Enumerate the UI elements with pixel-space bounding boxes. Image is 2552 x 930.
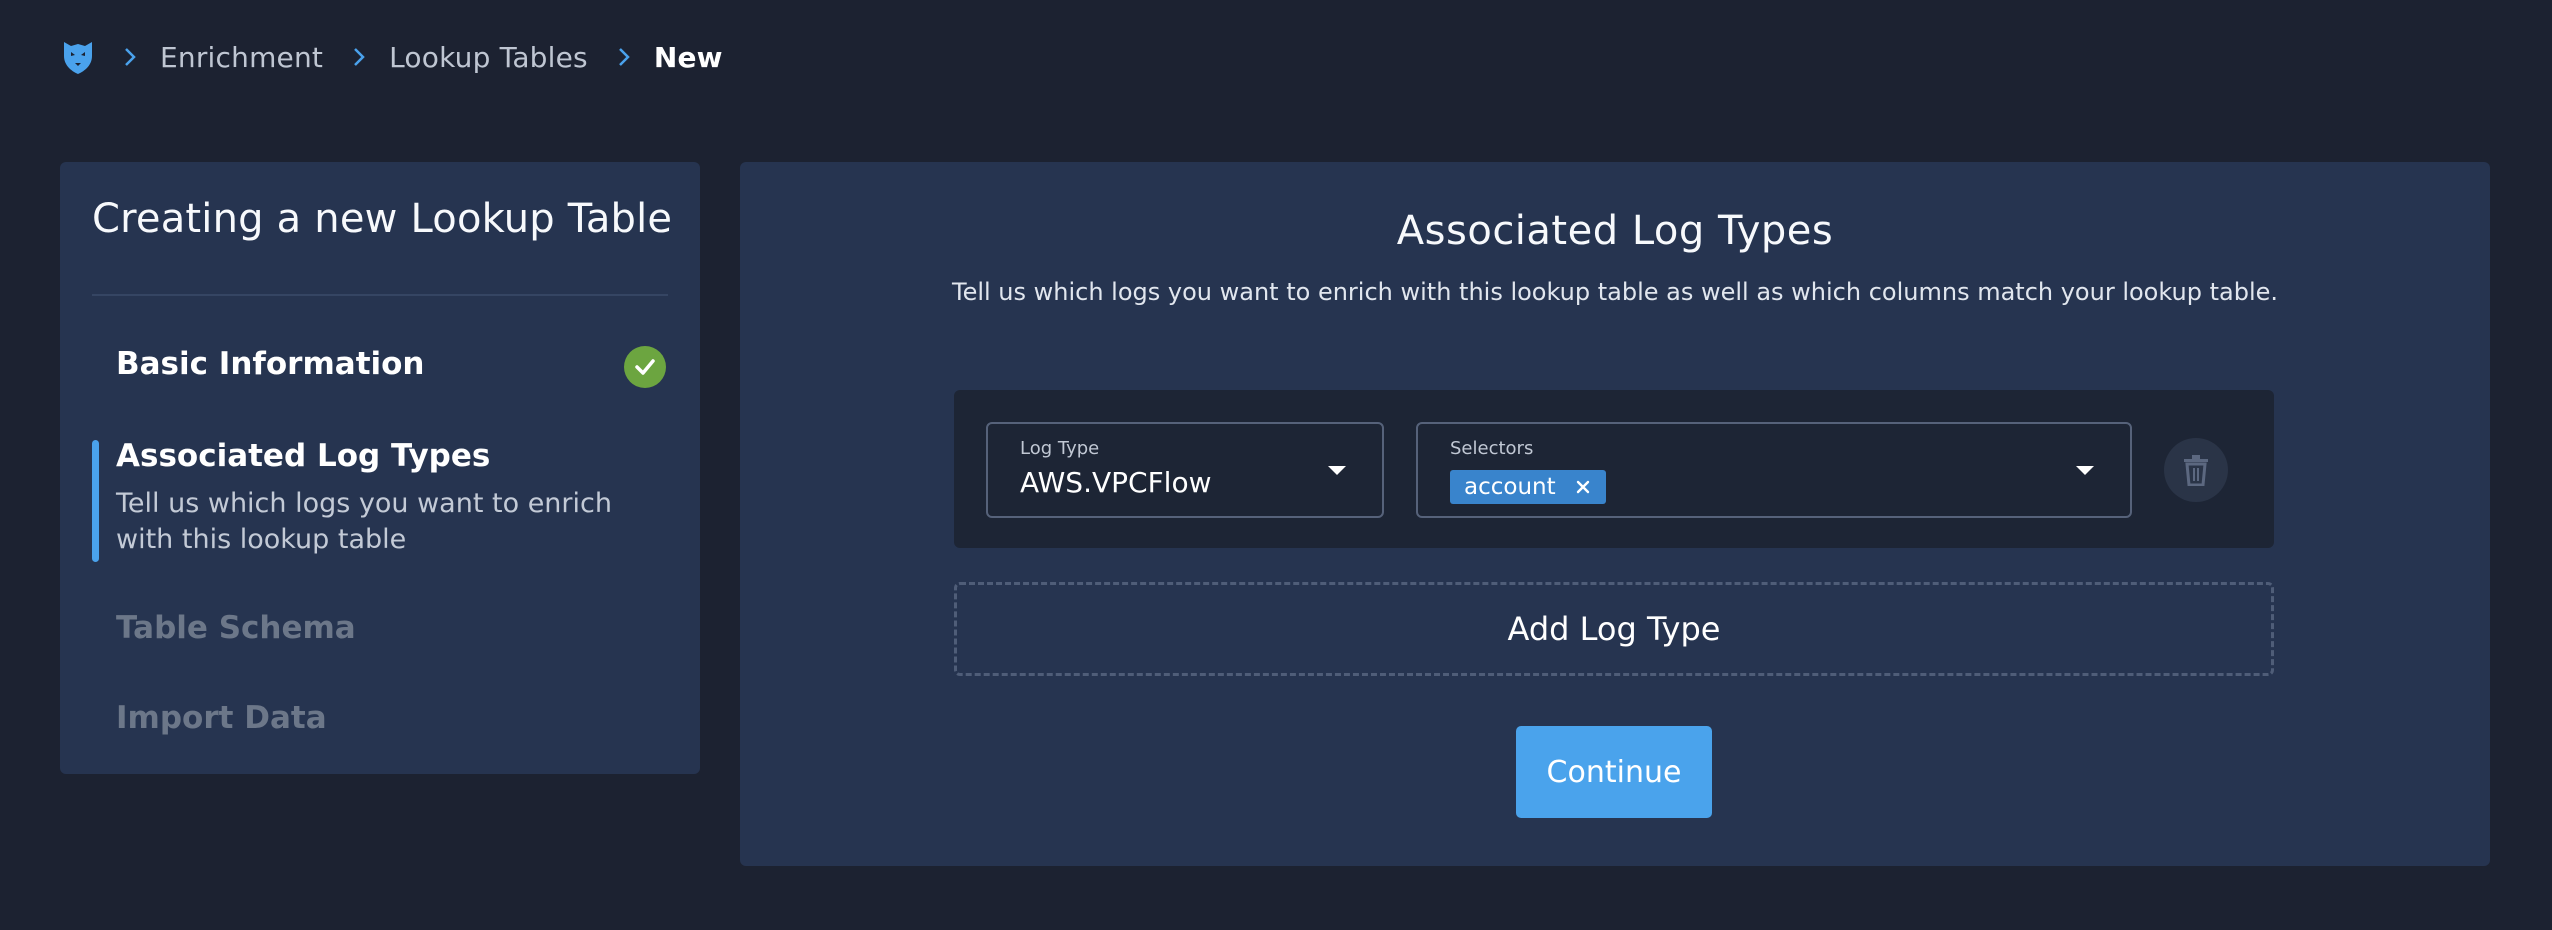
breadcrumb-enrichment[interactable]: Enrichment — [160, 41, 323, 74]
step-description: Tell us which logs you want to enrich wi… — [116, 488, 612, 555]
field-label: Selectors — [1450, 438, 1534, 459]
log-type-select[interactable]: Log Type AWS.VPCFlow — [986, 422, 1384, 518]
step-basic-information[interactable]: Basic Information — [116, 346, 676, 382]
chevron-right-icon — [616, 45, 632, 69]
field-value: AWS.VPCFlow — [1020, 466, 1212, 499]
breadcrumb-current: New — [653, 40, 723, 74]
step-title: Associated Log Types — [116, 438, 491, 474]
field-label: Log Type — [1020, 438, 1100, 459]
step-import-data: Import Data — [116, 700, 676, 736]
close-icon[interactable] — [1574, 478, 1592, 496]
wizard-title: Creating a new Lookup Table — [92, 196, 673, 242]
breadcrumb: Enrichment Lookup Tables New — [58, 36, 723, 78]
step-title: Table Schema — [116, 610, 356, 646]
panther-logo-icon[interactable] — [58, 37, 98, 77]
chevron-right-icon — [122, 45, 138, 69]
active-step-indicator — [92, 440, 99, 562]
delete-log-type-button[interactable] — [2164, 438, 2228, 502]
check-circle-icon — [624, 346, 666, 388]
continue-button[interactable]: Continue — [1516, 726, 1712, 818]
step-associated-log-types[interactable]: Associated Log Types Tell us which logs … — [116, 438, 676, 558]
step-table-schema: Table Schema — [116, 610, 676, 646]
main-panel: Associated Log Types Tell us which logs … — [740, 162, 2490, 866]
selectors-multiselect[interactable]: Selectors account — [1416, 422, 2132, 518]
caret-down-icon — [1328, 466, 1346, 475]
chevron-right-icon — [351, 45, 367, 69]
step-title: Basic Information — [116, 346, 425, 382]
add-log-type-button[interactable]: Add Log Type — [954, 582, 2274, 676]
trash-icon — [2184, 455, 2208, 486]
step-title: Import Data — [116, 700, 327, 736]
chip-label: account — [1464, 474, 1556, 500]
caret-down-icon — [2076, 466, 2094, 475]
wizard-steps-panel: Creating a new Lookup Table Basic Inform… — [60, 162, 700, 774]
breadcrumb-lookup-tables[interactable]: Lookup Tables — [389, 41, 588, 74]
divider — [92, 294, 668, 296]
page-title: Associated Log Types — [1396, 208, 1834, 254]
selector-chip: account — [1450, 470, 1606, 504]
log-type-row: Log Type AWS.VPCFlow Selectors account — [954, 390, 2274, 548]
page-subtitle: Tell us which logs you want to enrich wi… — [951, 278, 2279, 306]
